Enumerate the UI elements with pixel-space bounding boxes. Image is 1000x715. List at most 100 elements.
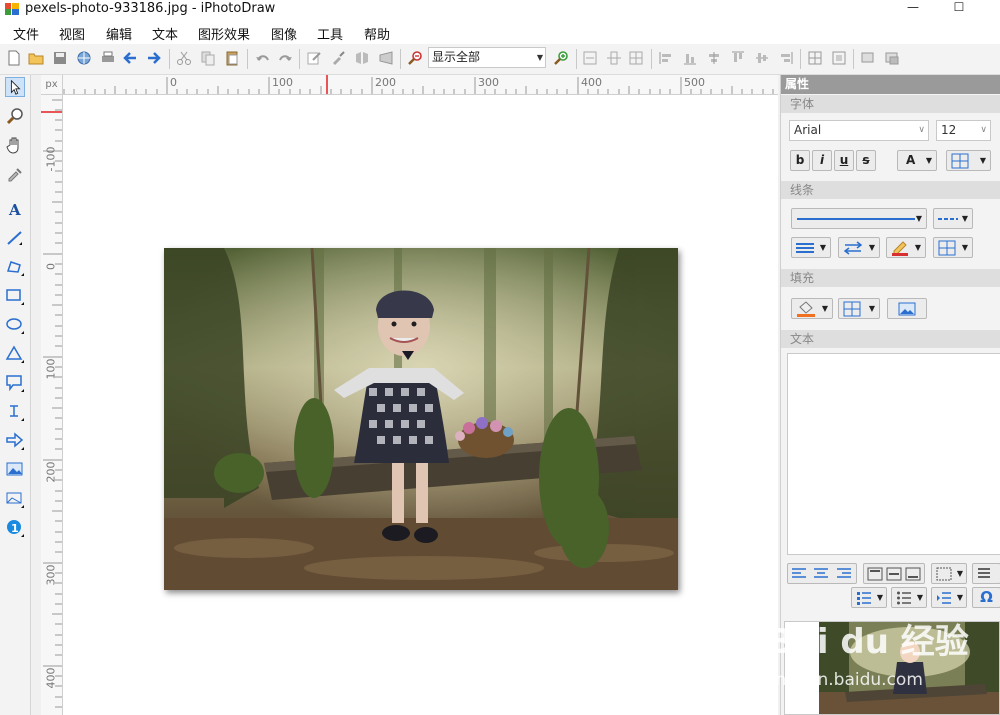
rectangle-tool-icon[interactable] <box>5 286 25 306</box>
flip-icon[interactable] <box>354 50 370 66</box>
properties-panel-title: 属性 <box>781 75 1000 94</box>
forward-arrow-icon[interactable] <box>146 50 162 66</box>
triangle-tool-icon[interactable] <box>5 344 25 364</box>
vertical-ruler-ticks <box>41 99 62 708</box>
font-family-select[interactable]: Arial ∨ <box>789 120 929 141</box>
hand-pan-icon[interactable] <box>5 135 25 155</box>
strikethrough-button[interactable]: s <box>856 150 876 171</box>
redo-icon[interactable] <box>278 50 294 66</box>
line-width-select[interactable]: ▼ <box>791 237 831 258</box>
send-back-icon[interactable] <box>884 50 900 66</box>
menu-help[interactable]: 帮助 <box>364 24 390 43</box>
image-tool-icon[interactable] <box>5 460 25 480</box>
paste-icon[interactable] <box>224 50 240 66</box>
ungroup-icon[interactable] <box>831 50 847 66</box>
bring-front-icon[interactable] <box>860 50 876 66</box>
line-grid-select[interactable]: ▼ <box>933 237 973 258</box>
horizontal-ruler[interactable]: 0 100 200 300 400 500 <box>63 75 778 95</box>
maximize-button[interactable]: ☐ <box>944 0 974 16</box>
menu-shape-effects[interactable]: 图形效果 <box>198 24 250 43</box>
arrow-style-select[interactable]: ▼ <box>838 237 880 258</box>
bold-button[interactable]: b <box>790 150 810 171</box>
polygon-tool-icon[interactable] <box>5 257 25 277</box>
line-color-select[interactable]: ▼ <box>886 237 926 258</box>
line-spacing-select[interactable] <box>972 563 1000 584</box>
ellipse-tool-icon[interactable] <box>5 315 25 335</box>
v-ruler-label: 200 <box>44 461 58 483</box>
dropdown-arrow-icon: ▼ <box>956 593 963 602</box>
save-icon[interactable] <box>52 50 68 66</box>
vertical-ruler[interactable]: -100 0 100 200 300 400 <box>41 95 63 715</box>
undo-icon[interactable] <box>254 50 270 66</box>
bullet-list-select[interactable]: ▼ <box>891 587 927 608</box>
menu-edit[interactable]: 编辑 <box>106 24 132 43</box>
select-pointer-icon[interactable] <box>5 77 25 97</box>
font-size-select[interactable]: 12 ∨ <box>936 120 991 141</box>
toolbar-separator <box>651 49 652 69</box>
font-color-button[interactable]: A ▼ <box>897 150 937 171</box>
align-right-icon[interactable] <box>778 50 794 66</box>
callout-tool-icon[interactable] <box>5 373 25 393</box>
edit-icon[interactable] <box>306 50 322 66</box>
grid-view-icon[interactable] <box>628 50 644 66</box>
new-file-icon[interactable] <box>6 50 22 66</box>
cut-icon[interactable] <box>176 50 192 66</box>
brush-icon[interactable] <box>330 50 346 66</box>
toolbar-separator <box>576 49 577 69</box>
align-center-icon[interactable] <box>706 50 722 66</box>
window-title: pexels-photo-933186.jpg - iPhotoDraw <box>25 1 276 16</box>
vertical-text-tool-icon[interactable] <box>5 402 25 422</box>
left-toolbox: A 1 <box>0 75 31 715</box>
fit-width-icon[interactable] <box>606 50 622 66</box>
minimize-button[interactable]: — <box>898 0 928 16</box>
eyedropper-icon[interactable] <box>5 164 25 184</box>
text-content-input[interactable] <box>787 353 1000 555</box>
fill-image-button[interactable] <box>887 298 927 319</box>
fill-color-select[interactable]: ▼ <box>791 298 833 319</box>
italic-button[interactable]: i <box>812 150 832 171</box>
back-arrow-icon[interactable] <box>122 50 138 66</box>
line-dash-select[interactable]: ▼ <box>933 208 973 229</box>
grid-icon <box>843 301 861 317</box>
line-width-icon <box>796 243 814 253</box>
dropdown-arrow-icon: ▼ <box>916 593 923 602</box>
font-section-header: 字体 <box>781 95 1000 113</box>
text-border-button[interactable]: ▼ <box>946 150 991 171</box>
print-icon[interactable] <box>100 50 116 66</box>
open-folder-icon[interactable] <box>28 50 44 66</box>
canvas-photo[interactable] <box>164 248 678 590</box>
text-align-icons[interactable] <box>791 567 853 581</box>
zoom-tool-icon[interactable] <box>5 106 25 126</box>
special-char-button[interactable]: Ω <box>972 587 1000 608</box>
vertical-align-icons[interactable] <box>867 567 923 581</box>
indent-select[interactable]: ▼ <box>931 587 967 608</box>
zoom-in-icon[interactable] <box>553 50 569 66</box>
line-style-select[interactable]: ▼ <box>791 208 927 229</box>
zoom-out-icon[interactable] <box>407 50 423 66</box>
group-icon[interactable] <box>807 50 823 66</box>
fit-page-icon[interactable] <box>582 50 598 66</box>
align-top-icon[interactable] <box>730 50 746 66</box>
text-border-select[interactable]: ▼ <box>931 563 967 584</box>
crop-image-tool-icon[interactable] <box>5 489 25 509</box>
align-left-icon[interactable] <box>658 50 674 66</box>
menu-image[interactable]: 图像 <box>271 24 297 43</box>
fill-pattern-select[interactable]: ▼ <box>838 298 880 319</box>
menu-text[interactable]: 文本 <box>152 24 178 43</box>
align-bottom-icon[interactable] <box>682 50 698 66</box>
copy-icon[interactable] <box>200 50 216 66</box>
number-marker-icon[interactable]: 1 <box>5 518 25 538</box>
arrow-shape-tool-icon[interactable] <box>5 431 25 451</box>
zoom-select[interactable]: 显示全部 ▼ <box>428 47 546 68</box>
underline-button[interactable]: u <box>834 150 854 171</box>
web-icon[interactable] <box>76 50 92 66</box>
baidu-watermark: Bai du 经验 jingyan.baidu.com <box>766 606 1000 706</box>
perspective-icon[interactable] <box>378 50 394 66</box>
menu-view[interactable]: 视图 <box>59 24 85 43</box>
ordered-list-select[interactable]: ▼ <box>851 587 887 608</box>
align-middle-icon[interactable] <box>754 50 770 66</box>
line-tool-icon[interactable] <box>5 228 25 248</box>
menu-file[interactable]: 文件 <box>13 24 39 43</box>
menu-tools[interactable]: 工具 <box>317 24 343 43</box>
text-tool-icon[interactable]: A <box>5 199 25 219</box>
